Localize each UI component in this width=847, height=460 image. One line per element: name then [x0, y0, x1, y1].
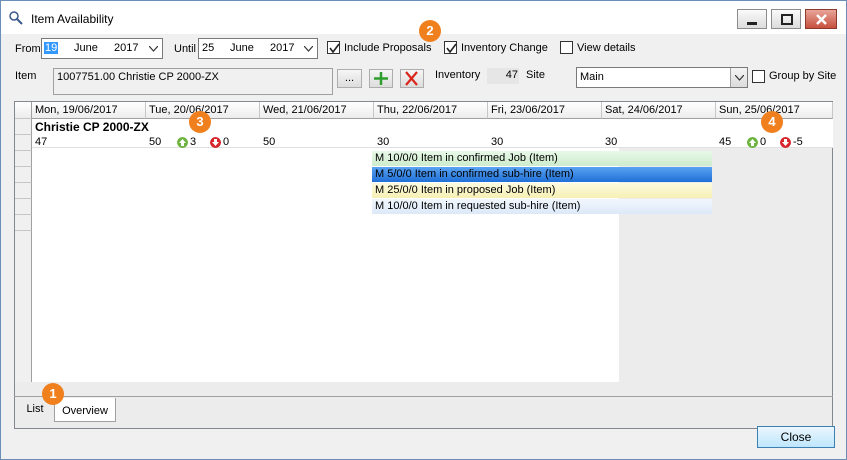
group-by-site-label[interactable]: Group by Site	[769, 70, 836, 82]
close-icon	[816, 14, 827, 25]
window-close-button[interactable]	[805, 9, 837, 29]
chevron-down-icon[interactable]	[149, 46, 158, 52]
down-arrow-icon	[210, 137, 221, 148]
include-proposals-label[interactable]: Include Proposals	[344, 42, 431, 54]
tab-overview[interactable]: Overview	[54, 398, 116, 422]
grid-corner	[15, 102, 32, 119]
until-label: Until	[174, 43, 197, 55]
minimize-icon	[747, 22, 757, 25]
chevron-down-icon[interactable]	[304, 46, 313, 52]
tab-strip-line	[14, 396, 833, 397]
value-wed[interactable]: 50	[263, 136, 275, 148]
down-arrow-icon	[780, 137, 791, 148]
inventory-change-checkbox[interactable]	[444, 41, 457, 54]
include-proposals-checkbox[interactable]	[327, 41, 340, 54]
tue-down-count: 0	[223, 136, 230, 148]
checkmark-icon	[329, 43, 340, 54]
column-header-thu[interactable]: Thu, 22/06/2017	[374, 102, 488, 119]
site-dropdown-arrow[interactable]	[730, 68, 747, 87]
column-header-sat[interactable]: Sat, 24/06/2017	[602, 102, 716, 119]
checkmark-icon	[446, 43, 457, 54]
up-arrow-icon	[747, 137, 758, 148]
inventory-change-label[interactable]: Inventory Change	[461, 42, 548, 54]
legend-confirmed-subhire[interactable]: M 5/0/0 Item in confirmed sub-hire (Item…	[372, 167, 712, 182]
window-title: Item Availability	[31, 12, 114, 26]
from-label: From	[15, 43, 41, 55]
item-availability-window: Item Availability From 19 June 2017 Unti…	[0, 0, 847, 460]
row-header[interactable]	[15, 119, 32, 135]
until-month[interactable]: June	[230, 42, 254, 54]
remove-item-button[interactable]	[400, 69, 424, 88]
legend-confirmed-job[interactable]: M 10/0/0 Item in confirmed Job (Item)	[372, 151, 712, 166]
group-by-site-checkbox[interactable]	[752, 70, 765, 83]
sun-down-count: -5	[793, 136, 803, 148]
value-sun[interactable]: 45	[719, 136, 731, 148]
site-select[interactable]: Main	[576, 67, 748, 88]
chevron-down-icon	[735, 75, 744, 81]
tue-up-count: 3	[190, 136, 197, 148]
column-header-mon[interactable]: Mon, 19/06/2017	[32, 102, 146, 119]
view-details-label[interactable]: View details	[577, 42, 636, 54]
value-tue[interactable]: 50	[149, 136, 161, 148]
maximize-button[interactable]	[771, 9, 801, 29]
item-label: Item	[15, 70, 37, 82]
until-day[interactable]: 25	[202, 42, 214, 54]
close-button[interactable]: Close	[757, 426, 835, 448]
callout-badge-1: 1	[42, 383, 64, 405]
value-fri[interactable]: 30	[491, 136, 503, 148]
row-header[interactable]	[15, 199, 32, 215]
plus-icon	[374, 72, 388, 85]
inventory-value: 47	[487, 68, 519, 84]
until-year[interactable]: 2017	[270, 42, 294, 54]
group-title: Christie CP 2000-ZX	[35, 120, 149, 134]
browse-item-button[interactable]: ...	[337, 69, 362, 88]
add-item-button[interactable]	[369, 69, 393, 88]
view-details-checkbox[interactable]	[560, 41, 573, 54]
minimize-button[interactable]	[737, 9, 767, 29]
callout-badge-4: 4	[761, 111, 783, 133]
search-person-icon	[9, 11, 23, 25]
up-arrow-icon	[177, 137, 188, 148]
legend-requested-subhire[interactable]: M 10/0/0 Item in requested sub-hire (Ite…	[372, 199, 712, 214]
row-header[interactable]	[15, 135, 32, 151]
dialog-content: From 19 June 2017 Until 25 June 2017 Inc…	[1, 20, 846, 459]
tab-list[interactable]: List	[15, 403, 55, 421]
item-value: 1007751.00 Christie CP 2000-ZX	[57, 71, 219, 83]
from-year[interactable]: 2017	[114, 42, 138, 54]
sun-up-count: 0	[760, 136, 767, 148]
from-day[interactable]: 19	[44, 42, 59, 54]
legend-proposed-job[interactable]: M 25/0/0 Item in proposed Job (Item)	[372, 183, 712, 198]
item-field[interactable]: 1007751.00 Christie CP 2000-ZX	[53, 68, 333, 95]
site-value: Main	[580, 71, 604, 83]
row-header[interactable]	[15, 167, 32, 183]
callout-badge-3: 3	[189, 111, 211, 133]
from-date-picker[interactable]: 19 June 2017	[41, 38, 163, 59]
callout-badge-2: 2	[419, 20, 441, 42]
row-header[interactable]	[15, 183, 32, 199]
value-thu[interactable]: 30	[377, 136, 389, 148]
from-month[interactable]: June	[74, 42, 98, 54]
value-mon[interactable]: 47	[35, 136, 47, 148]
maximize-icon	[781, 14, 793, 25]
delete-x-icon	[405, 71, 418, 86]
until-date-picker[interactable]: 25 June 2017	[198, 38, 318, 59]
column-header-wed[interactable]: Wed, 21/06/2017	[260, 102, 374, 119]
availability-grid[interactable]: Mon, 19/06/2017 Tue, 20/06/2017 Wed, 21/…	[14, 101, 833, 429]
row-header[interactable]	[15, 151, 32, 167]
row-header[interactable]	[15, 215, 32, 231]
site-label: Site	[526, 69, 545, 81]
inventory-label: Inventory	[435, 69, 481, 81]
value-sat[interactable]: 30	[605, 136, 617, 148]
column-header-fri[interactable]: Fri, 23/06/2017	[488, 102, 602, 119]
